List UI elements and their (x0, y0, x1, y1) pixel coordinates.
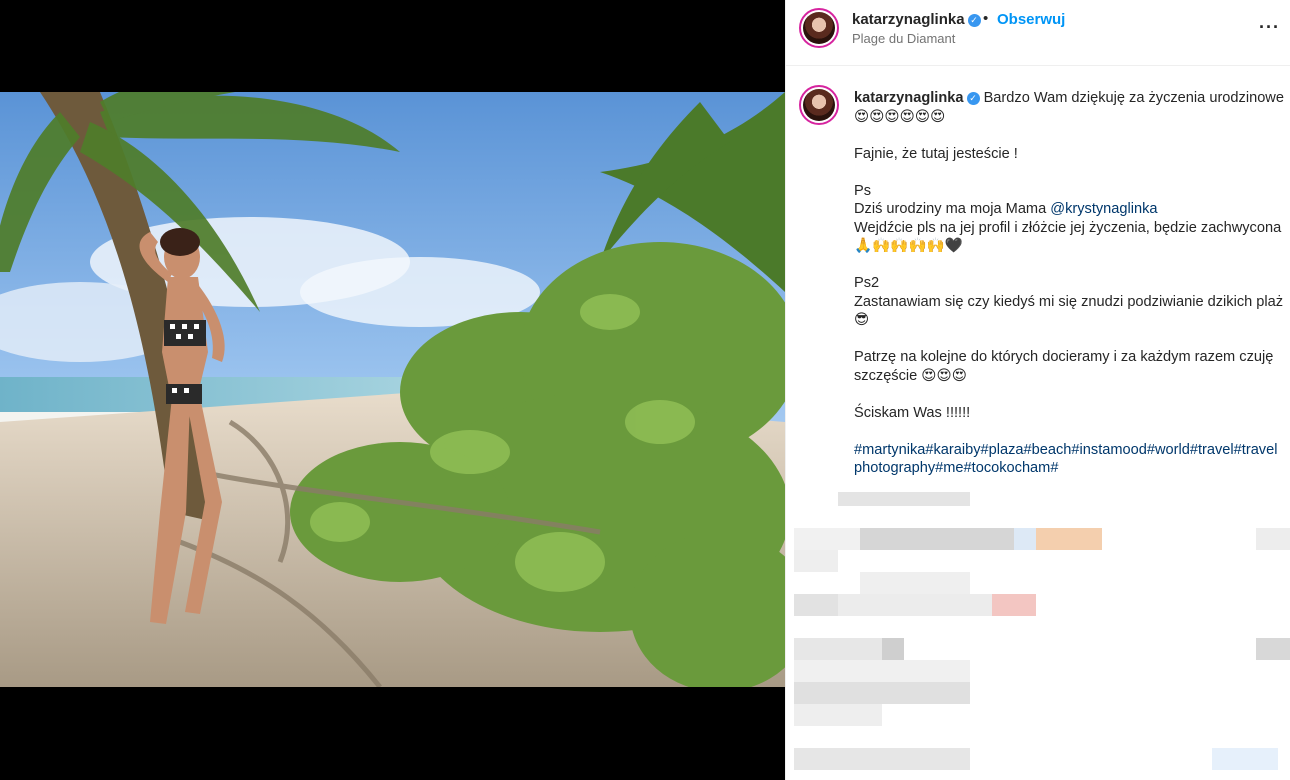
author-avatar[interactable] (799, 8, 839, 48)
hashtags-link[interactable]: #martynika#karaiby#plaza#beach#instamood… (854, 441, 1284, 478)
caption-username[interactable]: katarzynaglinka (854, 90, 964, 106)
beach-photo-illustration (0, 92, 785, 687)
caption-line: Dziś urodziny ma moja Mama (854, 201, 1051, 217)
caption-line: Ps (854, 182, 872, 199)
post-side-panel: katarzynaglinka ✓ • Obserwuj Plage du Dia… (785, 0, 1290, 780)
post-media-area (0, 0, 785, 780)
verified-badge-icon: ✓ (966, 92, 980, 105)
post-header: katarzynaglinka ✓ • Obserwuj Plage du Dia… (786, 0, 1290, 66)
verified-badge-icon: ✓ (967, 14, 981, 27)
caption-line: Zastanawiam się czy kiedyś mi się znudzi… (854, 293, 1284, 329)
follow-button[interactable]: Obserwuj (997, 11, 1065, 28)
caption-avatar[interactable] (799, 85, 839, 125)
separator-dot: • (983, 10, 989, 27)
user-mention-link[interactable]: @krystynaglinka (1050, 201, 1157, 217)
caption-line: Ściskam Was !!!!!! (854, 404, 971, 421)
author-username[interactable]: katarzynaglinka ✓ (852, 11, 981, 28)
more-options-icon[interactable]: ··· (1259, 17, 1280, 38)
caption-line: Fajnie, że tutaj jesteście ! (854, 145, 1018, 162)
caption-line: Ps2 (854, 275, 880, 291)
post-photo[interactable] (0, 92, 785, 687)
location-link[interactable]: Plage du Diamant (852, 31, 955, 46)
caption-line: Wejdźcie pls na jej profil i złóżcie jej… (854, 219, 1282, 255)
caption-text: katarzynaglinka ✓ Bardzo Wam dziękuję za … (854, 89, 1284, 478)
caption-line: Patrzę na kolejne do których docieramy i… (854, 349, 1274, 384)
